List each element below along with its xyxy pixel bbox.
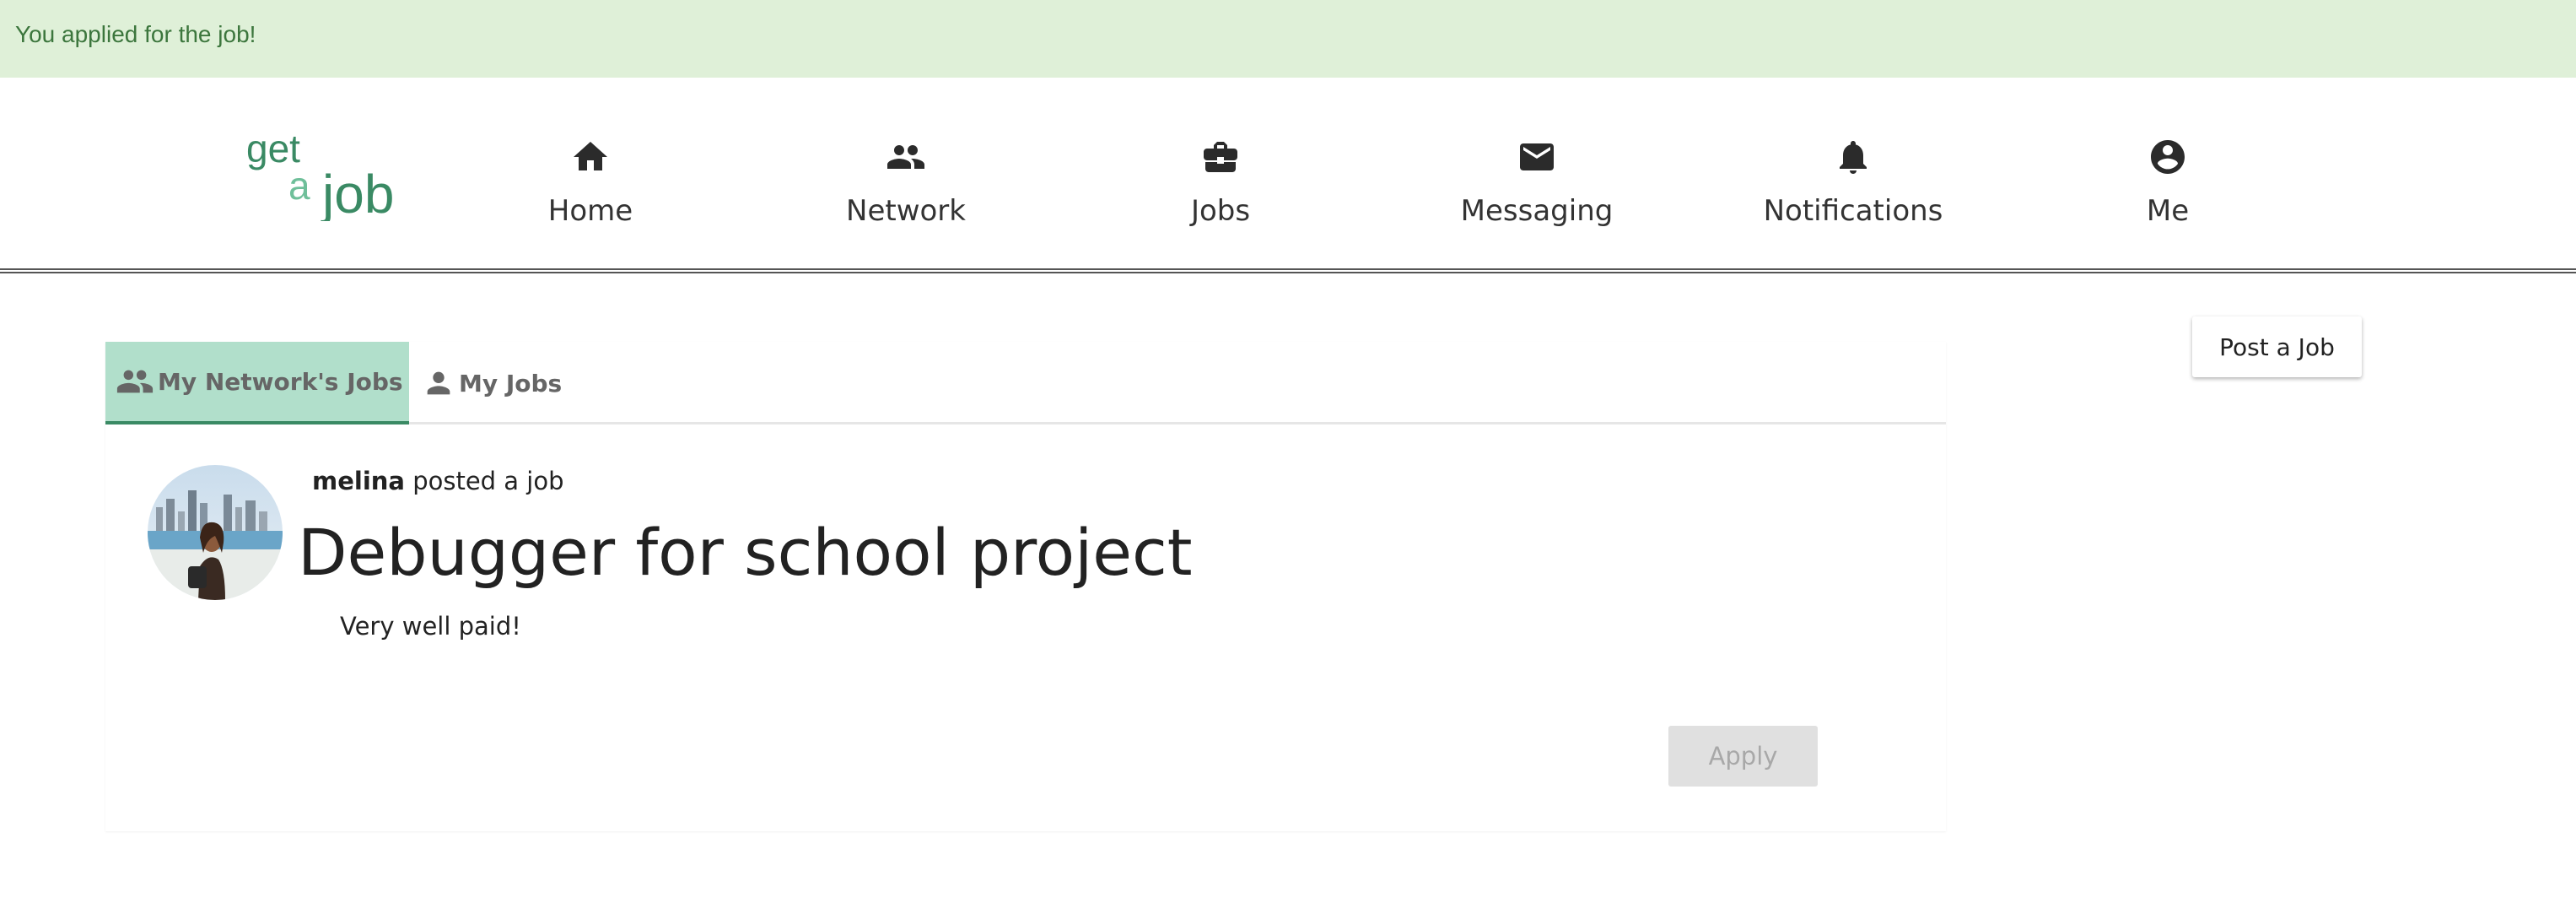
bell-icon — [1840, 141, 1867, 174]
nav-notifications-label: Notifications — [1763, 194, 1943, 228]
poster-action-text: posted a job — [412, 467, 564, 495]
tab-my-jobs-label: My Jobs — [459, 369, 563, 397]
person-icon — [427, 371, 450, 395]
nav-me-label: Me — [2146, 194, 2190, 228]
tab-my-networks-jobs[interactable]: My Network's Jobs — [105, 342, 409, 424]
jobs-tabs: My Network's Jobs My Jobs — [105, 342, 1946, 424]
poster-line: melina posted a job — [312, 467, 564, 495]
job-description: Very well paid! — [340, 612, 521, 641]
nav-notifications[interactable]: Notifications — [1727, 137, 1980, 238]
briefcase-icon — [1204, 142, 1237, 172]
success-alert: You applied for the job! — [0, 0, 2576, 78]
nav-messaging-label: Messaging — [1460, 194, 1614, 228]
mail-icon — [1520, 143, 1554, 170]
nav-jobs-label: Jobs — [1190, 194, 1251, 228]
alert-message: You applied for the job! — [15, 21, 256, 47]
nav-home[interactable]: Home — [464, 137, 717, 238]
nav-me[interactable]: Me — [2041, 137, 2294, 238]
nav-home-label: Home — [547, 194, 633, 228]
people-icon — [887, 145, 924, 169]
nav-network-label: Network — [846, 194, 966, 228]
header-divider — [0, 268, 2576, 273]
jobs-card: My Network's Jobs My Jobs melina posted … — [105, 342, 1946, 831]
poster-name[interactable]: melina — [312, 467, 405, 495]
job-title: Debugger for school project — [298, 515, 1193, 590]
people-icon — [116, 370, 154, 393]
apply-button[interactable]: Apply — [1668, 726, 1818, 787]
post-a-job-button[interactable]: Post a Job — [2192, 316, 2362, 377]
logo-text-job: job — [321, 164, 394, 221]
nav-network[interactable]: Network — [779, 137, 1032, 238]
home-icon — [574, 142, 607, 170]
poster-avatar[interactable] — [148, 465, 283, 600]
logo-text-a: a — [288, 164, 310, 208]
tab-my-networks-jobs-label: My Network's Jobs — [158, 367, 403, 396]
nav-jobs[interactable]: Jobs — [1094, 137, 1347, 238]
nav-messaging[interactable]: Messaging — [1410, 137, 1663, 238]
top-navigation: get a job Home Network Jobs Messaging No… — [0, 78, 2576, 272]
account-circle-icon — [2151, 140, 2185, 174]
get-a-job-logo[interactable]: get a job — [245, 127, 413, 224]
tab-my-jobs[interactable]: My Jobs — [422, 342, 590, 424]
